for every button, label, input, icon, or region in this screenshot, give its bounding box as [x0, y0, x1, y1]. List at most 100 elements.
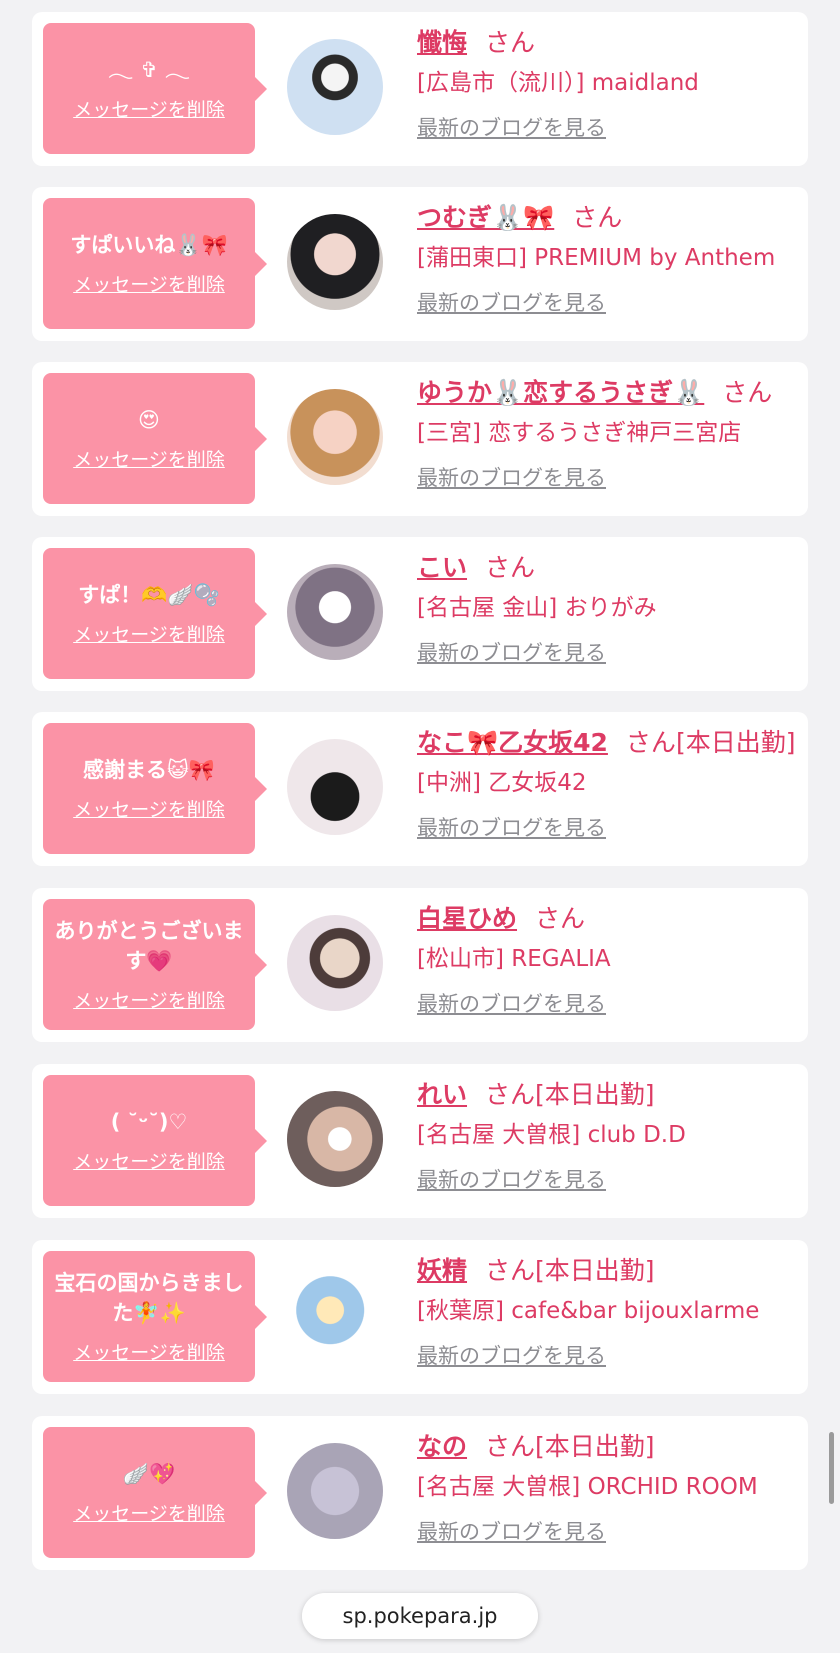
- cast-info: ゆうか🐰恋するうさぎ🐰 さん [三宮] 恋するうさぎ神戸三宮店 最新のブログを見る: [417, 376, 802, 492]
- latest-blog-link[interactable]: 最新のブログを見る: [417, 1516, 606, 1546]
- message-text: すぱいいね🐰🎀: [70, 233, 228, 257]
- honorific: さん: [485, 1432, 536, 1461]
- latest-blog-link[interactable]: 最新のブログを見る: [417, 462, 606, 492]
- message-bubble: 😍 メッセージを削除: [43, 373, 267, 504]
- message-bubble: ( ˘ᵕ˘)♡ メッセージを削除: [43, 1075, 267, 1206]
- delete-message-link[interactable]: メッセージを削除: [73, 1338, 225, 1365]
- latest-blog-link[interactable]: 最新のブログを見る: [417, 988, 606, 1018]
- avatar[interactable]: [287, 1091, 383, 1187]
- shop-label: [松山市] REGALIA: [417, 946, 611, 972]
- list-item: 😍 メッセージを削除 ゆうか🐰恋するうさぎ🐰 さん [三宮] 恋するうさぎ神戸三宮…: [32, 362, 808, 516]
- honorific: さん: [485, 553, 536, 582]
- latest-blog-link[interactable]: 最新のブログを見る: [417, 1164, 606, 1194]
- cast-info: なの さん[本日出勤] [名古屋 大曽根] ORCHID ROOM 最新のブログを…: [417, 1430, 802, 1546]
- list-item: 🪽💖 メッセージを削除 なの さん[本日出勤] [名古屋 大曽根] ORCHID …: [32, 1416, 808, 1570]
- cast-name-link[interactable]: 妖精: [417, 1256, 467, 1285]
- cast-name-line: れい さん[本日出勤]: [417, 1078, 802, 1112]
- shop-label: [三宮] 恋するうさぎ神戸三宮店: [417, 420, 742, 446]
- on-duty-badge: [本日出勤]: [535, 1256, 655, 1285]
- cast-name-line: なの さん[本日出勤]: [417, 1430, 802, 1464]
- shop-label: [広島市（流川）] maidland: [417, 70, 699, 96]
- cast-name-link[interactable]: つむぎ🐰🎀: [417, 203, 554, 232]
- delete-message-link[interactable]: メッセージを削除: [73, 1499, 225, 1526]
- cast-name-link[interactable]: れい: [417, 1080, 467, 1109]
- on-duty-badge: [本日出勤]: [535, 1432, 655, 1461]
- avatar[interactable]: [287, 1267, 383, 1363]
- honorific: さん: [485, 28, 536, 57]
- message-text: ありがとうございます💗: [54, 919, 244, 973]
- cast-name-link[interactable]: ゆうか🐰恋するうさぎ🐰: [417, 378, 704, 407]
- avatar[interactable]: [287, 389, 383, 485]
- cast-name-link[interactable]: なこ🎀乙女坂42: [417, 728, 608, 757]
- cast-info: つむぎ🐰🎀 さん [蒲田東口] PREMIUM by Anthem 最新のブログを…: [417, 201, 802, 317]
- honorific: さん: [535, 904, 586, 933]
- delete-message-link[interactable]: メッセージを削除: [73, 270, 225, 297]
- delete-message-link[interactable]: メッセージを削除: [73, 95, 225, 122]
- honorific: さん: [485, 1080, 536, 1109]
- shop-label: [秋葉原] cafe&bar bijouxlarme: [417, 1298, 760, 1324]
- message-bubble: 🪽💖 メッセージを削除: [43, 1427, 267, 1558]
- cast-name-line: 妖精 さん[本日出勤]: [417, 1254, 802, 1288]
- cast-info: れい さん[本日出勤] [名古屋 大曽根] club D.D 最新のブログを見る: [417, 1078, 802, 1194]
- shop-label: [名古屋 大曽根] club D.D: [417, 1122, 686, 1148]
- delete-message-link[interactable]: メッセージを削除: [73, 1147, 225, 1174]
- message-text: すぱ！🫶🪽🫧: [78, 583, 220, 607]
- message-text: 宝石の国からきました🧚✨: [54, 1271, 244, 1325]
- avatar[interactable]: [287, 564, 383, 660]
- shop-label: [中洲] 乙女坂42: [417, 770, 587, 796]
- latest-blog-link[interactable]: 最新のブログを見る: [417, 812, 606, 842]
- message-bubble: すぱ！🫶🪽🫧 メッセージを削除: [43, 548, 267, 679]
- list-item: ( ˘ᵕ˘)♡ メッセージを削除 れい さん[本日出勤] [名古屋 大曽根] cl…: [32, 1064, 808, 1218]
- shop-label: [名古屋 大曽根] ORCHID ROOM: [417, 1474, 758, 1500]
- latest-blog-link[interactable]: 最新のブログを見る: [417, 637, 606, 667]
- shop-label: [蒲田東口] PREMIUM by Anthem: [417, 245, 776, 271]
- cast-info: こい さん [名古屋 金山] おりがみ 最新のブログを見る: [417, 551, 802, 667]
- url-text: sp.pokepara.jp: [342, 1604, 498, 1628]
- avatar[interactable]: [287, 39, 383, 135]
- delete-message-link[interactable]: メッセージを削除: [73, 986, 225, 1013]
- cast-info: なこ🎀乙女坂42 さん[本日出勤] [中洲] 乙女坂42 最新のブログを見る: [417, 726, 802, 842]
- cast-info: 白星ひめ さん [松山市] REGALIA 最新のブログを見る: [417, 902, 802, 1018]
- avatar[interactable]: [287, 739, 383, 835]
- avatar[interactable]: [287, 214, 383, 310]
- cast-info: 懺悔 さん [広島市（流川）] maidland 最新のブログを見る: [417, 26, 802, 142]
- honorific: さん: [485, 1256, 536, 1285]
- cast-name-link[interactable]: こい: [417, 553, 467, 582]
- on-duty-badge: [本日出勤]: [675, 728, 796, 757]
- latest-blog-link[interactable]: 最新のブログを見る: [417, 287, 606, 317]
- cast-name-line: こい さん: [417, 551, 802, 585]
- honorific: さん: [722, 378, 773, 407]
- message-text: 感謝まる😺🎀: [82, 758, 216, 782]
- cast-name-link[interactable]: 白星ひめ: [417, 904, 517, 933]
- list-item: 宝石の国からきました🧚✨ メッセージを削除 妖精 さん[本日出勤] [秋葉原] c…: [32, 1240, 808, 1394]
- message-text: 🪽💖: [122, 1462, 176, 1486]
- delete-message-link[interactable]: メッセージを削除: [73, 620, 225, 647]
- list-item: すぱいいね🐰🎀 メッセージを削除 つむぎ🐰🎀 さん [蒲田東口] PREMIUM …: [32, 187, 808, 341]
- avatar[interactable]: [287, 915, 383, 1011]
- delete-message-link[interactable]: メッセージを削除: [73, 445, 225, 472]
- latest-blog-link[interactable]: 最新のブログを見る: [417, 112, 606, 142]
- cast-name-line: つむぎ🐰🎀 さん: [417, 201, 802, 235]
- list-item: すぱ！🫶🪽🫧 メッセージを削除 こい さん [名古屋 金山] おりがみ 最新のブロ…: [32, 537, 808, 691]
- honorific: さん: [625, 728, 676, 757]
- delete-message-link[interactable]: メッセージを削除: [73, 795, 225, 822]
- list-item: 感謝まる😺🎀 メッセージを削除 なこ🎀乙女坂42 さん[本日出勤] [中洲] 乙女…: [32, 712, 808, 866]
- avatar[interactable]: [287, 1443, 383, 1539]
- message-bubble: ありがとうございます💗 メッセージを削除: [43, 899, 267, 1030]
- list-item: 𓂃 ✞ 𓂃 メッセージを削除 懺悔 さん [広島市（流川）] maidland 最…: [32, 12, 808, 166]
- cast-name-line: ゆうか🐰恋するうさぎ🐰 さん: [417, 376, 802, 410]
- cast-name-line: 懺悔 さん: [417, 26, 802, 60]
- message-text: ( ˘ᵕ˘)♡: [110, 1110, 188, 1134]
- message-bubble: 宝石の国からきました🧚✨ メッセージを削除: [43, 1251, 267, 1382]
- shop-label: [名古屋 金山] おりがみ: [417, 595, 657, 621]
- latest-blog-link[interactable]: 最新のブログを見る: [417, 1340, 606, 1370]
- cast-name-link[interactable]: 懺悔: [417, 28, 467, 57]
- message-text: 😍: [138, 408, 160, 432]
- browser-url-bar[interactable]: sp.pokepara.jp: [302, 1593, 538, 1639]
- message-text: 𓂃 ✞ 𓂃: [108, 58, 190, 82]
- message-bubble: 𓂃 ✞ 𓂃 メッセージを削除: [43, 23, 267, 154]
- cast-name-link[interactable]: なの: [417, 1432, 467, 1461]
- cast-name-line: 白星ひめ さん: [417, 902, 802, 936]
- scrollbar[interactable]: [829, 1432, 834, 1504]
- cast-name-line: なこ🎀乙女坂42 さん[本日出勤]: [417, 726, 802, 760]
